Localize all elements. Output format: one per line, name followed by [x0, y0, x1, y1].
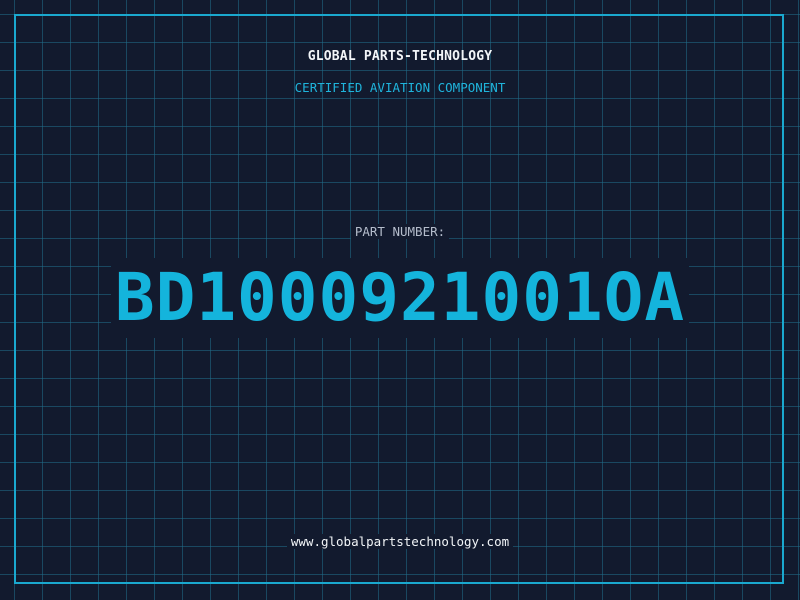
website-url: www.globalpartstechnology.com — [286, 534, 514, 549]
part-number-label-row: PART NUMBER: — [0, 221, 800, 240]
brand-name: GLOBAL PARTS-TECHNOLOGY — [307, 49, 493, 64]
certification-text: CERTIFIED AVIATION COMPONENT — [294, 80, 506, 95]
part-label-card: GLOBAL PARTS-TECHNOLOGY CERTIFIED AVIATI… — [0, 0, 800, 600]
part-number-label: PART NUMBER: — [350, 224, 450, 239]
part-number-value: BD1000921001OA — [110, 258, 690, 338]
website-row: www.globalpartstechnology.com — [0, 531, 800, 550]
part-number-row: BD1000921001OA — [0, 258, 800, 338]
